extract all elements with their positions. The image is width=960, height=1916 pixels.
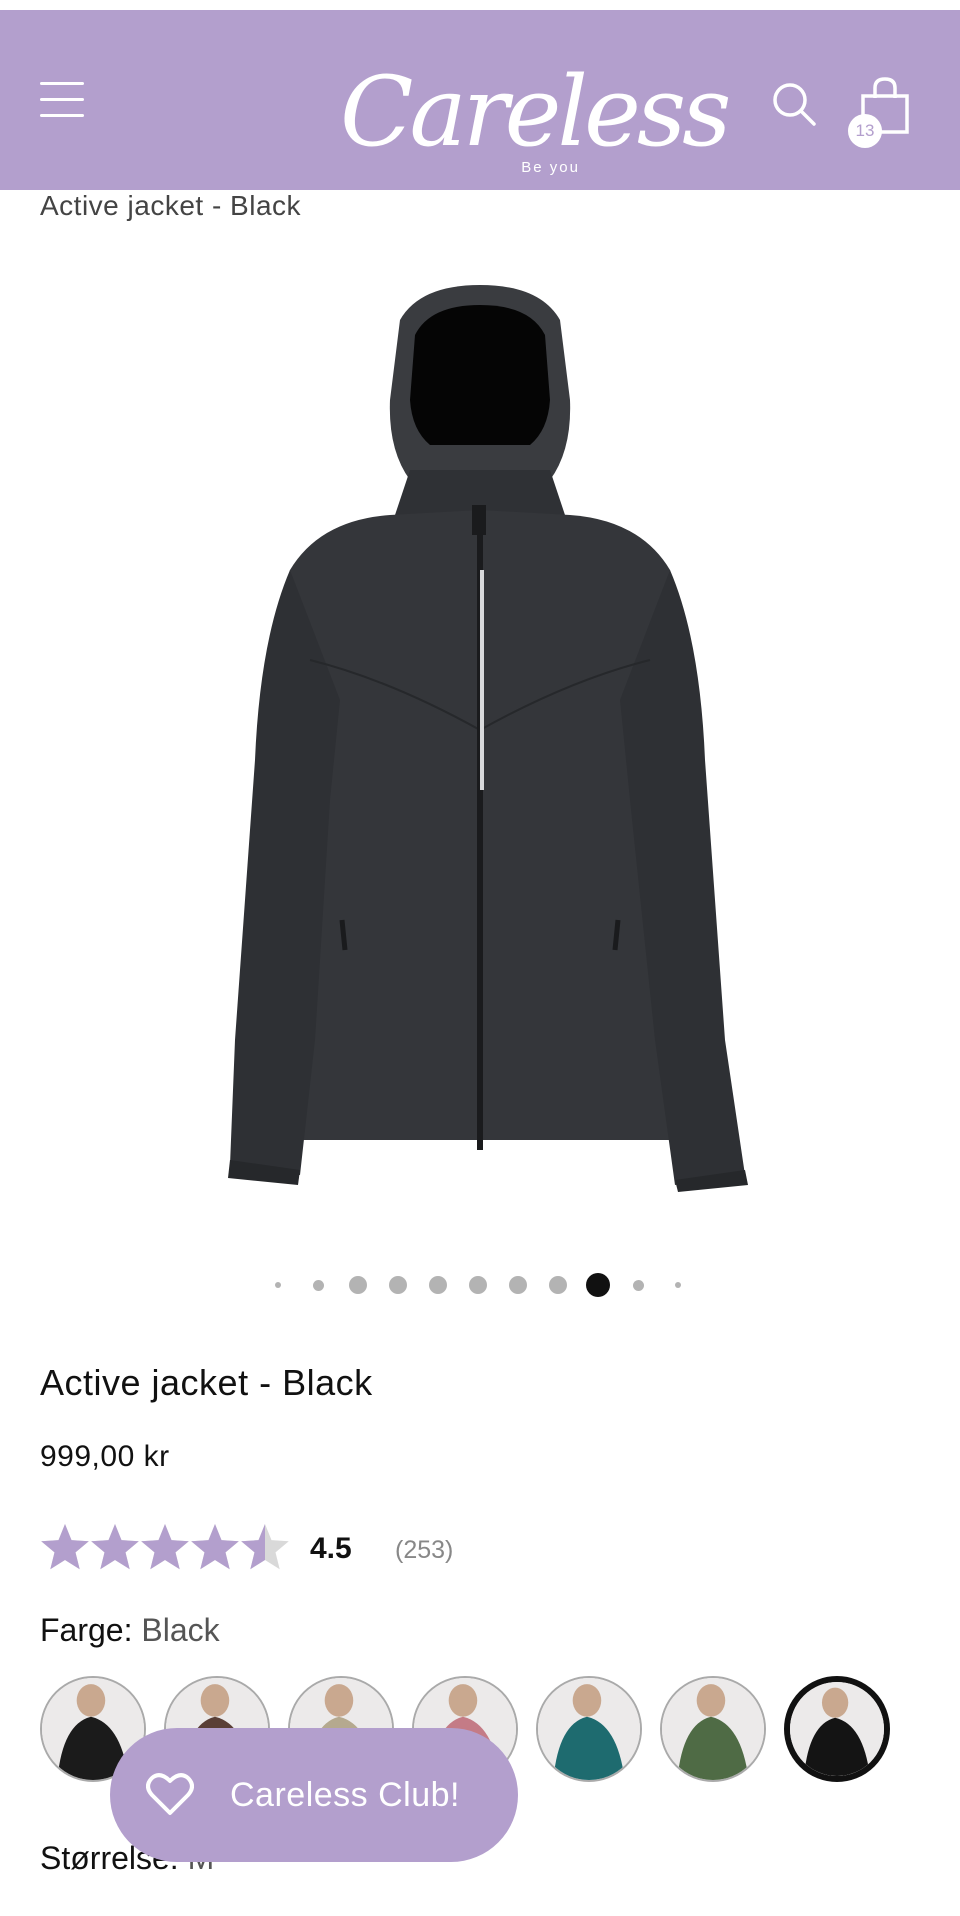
rating-count: (253)	[395, 1536, 454, 1564]
carousel-dot[interactable]	[429, 1276, 447, 1294]
carousel-dot[interactable]	[586, 1273, 610, 1297]
search-icon[interactable]	[770, 80, 818, 128]
cart-count-badge: 13	[848, 114, 882, 148]
product-price: 999,00 kr	[40, 1440, 170, 1473]
swatch-model-image	[662, 1678, 764, 1780]
carousel-dot[interactable]	[632, 1279, 644, 1291]
product-rating[interactable]: 4.5 (253)	[40, 1520, 740, 1580]
carousel-dot[interactable]	[549, 1276, 567, 1294]
color-selected-value: Black	[141, 1612, 220, 1648]
carousel-dot[interactable]	[312, 1279, 324, 1291]
black-selected-swatch[interactable]	[784, 1676, 890, 1782]
product-image-jacket[interactable]	[190, 280, 770, 1210]
careless-club-label: Careless Club!	[230, 1776, 460, 1814]
rating-star-filled	[41, 1524, 89, 1570]
carousel-dot[interactable]	[675, 1282, 681, 1288]
carousel-dot[interactable]	[275, 1282, 281, 1288]
carousel-dot[interactable]	[389, 1276, 407, 1294]
logo-tagline: Be you	[521, 159, 580, 176]
rating-value: 4.5	[310, 1532, 352, 1565]
breadcrumb-product-title: Active jacket - Black	[40, 190, 302, 221]
carousel-dot[interactable]	[469, 1276, 487, 1294]
carousel-dot[interactable]	[509, 1276, 527, 1294]
heart-icon	[146, 1773, 194, 1815]
site-header: Careless Be you 13	[0, 10, 960, 190]
swatch-model-image	[790, 1682, 884, 1776]
swatch-model-image	[538, 1678, 640, 1780]
rating-star-filled	[141, 1524, 189, 1570]
rating-star-filled	[91, 1524, 139, 1570]
hamburger-menu-icon[interactable]	[40, 80, 84, 120]
careless-club-button[interactable]: Careless Club!	[110, 1728, 518, 1862]
rating-star-filled	[191, 1524, 239, 1570]
teal-swatch[interactable]	[536, 1676, 642, 1782]
color-label-text: Farge:	[40, 1612, 133, 1648]
image-carousel-dots	[0, 1270, 960, 1300]
product-name: Active jacket - Black	[40, 1362, 373, 1403]
rating-stars	[41, 1524, 289, 1570]
carousel-dot[interactable]	[349, 1276, 367, 1294]
site-logo[interactable]: Careless Be you	[340, 42, 731, 182]
color-label: Farge: Black	[40, 1612, 220, 1649]
green-swatch[interactable]	[660, 1676, 766, 1782]
